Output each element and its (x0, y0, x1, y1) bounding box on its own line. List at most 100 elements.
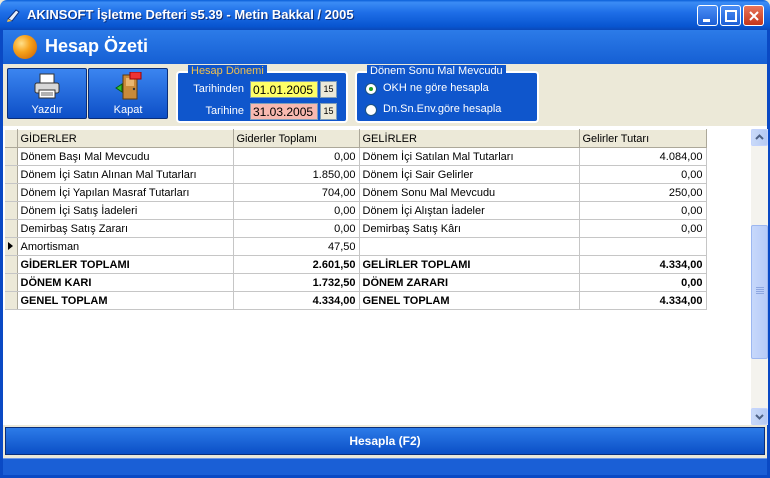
income-item-cell[interactable]: Dönem Sonu Mal Mevcudu (359, 183, 580, 202)
income-amount-cell[interactable]: 4.334,00 (579, 255, 707, 274)
income-item-cell[interactable]: DÖNEM ZARARI (359, 273, 580, 292)
income-amount-cell[interactable] (579, 237, 707, 256)
print-label: Yazdır (31, 104, 63, 116)
row-indicator[interactable] (5, 291, 18, 310)
expense-item-cell[interactable]: GENEL TOPLAM (17, 291, 234, 310)
minimize-icon (703, 19, 710, 22)
expense-item-cell[interactable]: GİDERLER TOPLAMI (17, 255, 234, 274)
expense-total-cell[interactable]: 2.601,50 (233, 255, 360, 274)
table-row[interactable]: Dönem İçi Satın Alınan Mal Tutarları 1.85… (5, 165, 707, 184)
close-icon (749, 11, 759, 21)
expense-total-cell[interactable]: 704,00 (233, 183, 360, 202)
row-indicator[interactable] (5, 219, 18, 238)
expense-item-cell[interactable]: Demirbaş Satış Zararı (17, 219, 234, 238)
to-date-label: Tarihine (205, 105, 244, 117)
title-bar: AKINSOFT İşletme Defteri s5.39 - Metin B… (0, 0, 770, 30)
expense-total-cell[interactable]: 1.732,50 (233, 273, 360, 292)
expense-item-cell[interactable]: Amortisman (17, 237, 234, 256)
income-amount-cell[interactable]: 0,00 (579, 165, 707, 184)
income-amount-cell[interactable]: 0,00 (579, 201, 707, 220)
expense-item-cell[interactable]: Dönem İçi Satın Alınan Mal Tutarları (17, 165, 234, 184)
current-row-pointer-icon (8, 241, 13, 250)
income-item-cell[interactable]: GELİRLER TOPLAMI (359, 255, 580, 274)
expense-item-cell[interactable]: Dönem Başı Mal Mevcudu (17, 147, 234, 166)
minimize-button[interactable] (697, 5, 718, 26)
expense-item-cell[interactable]: Dönem İçi Yapılan Masraf Tutarları (17, 183, 234, 202)
expense-item-cell[interactable]: DÖNEM KARI (17, 273, 234, 292)
maximize-icon (725, 10, 737, 22)
income-item-cell[interactable]: Dönem İçi Alıştan İadeler (359, 201, 580, 220)
income-item-cell[interactable]: Demirbaş Satış Kârı (359, 219, 580, 238)
expense-total-cell[interactable]: 0,00 (233, 219, 360, 238)
vertical-scrollbar[interactable] (751, 129, 768, 425)
from-date-label: Tarihinden (193, 83, 244, 95)
period-group: Hesap Dönemi Tarihinden 01.01.2005 15 Ta… (176, 65, 348, 123)
close-button[interactable]: Kapat (88, 68, 168, 119)
calculate-button[interactable]: Hesapla (F2) (5, 427, 765, 455)
summary-grid: GİDERLER Giderler Toplamı GELİRLER Gelir… (3, 126, 768, 425)
row-indicator[interactable] (5, 255, 18, 274)
chevron-down-icon (755, 414, 764, 420)
row-indicator-header (5, 129, 18, 148)
status-bar (3, 458, 767, 475)
window-title: AKINSOFT İşletme Defteri s5.39 - Metin B… (27, 7, 354, 22)
table-row[interactable]: Dönem Başı Mal Mevcudu 0,00 Dönem İçi Satı… (5, 147, 707, 166)
to-calendar-icon[interactable]: 15 (320, 103, 337, 120)
maximize-button[interactable] (720, 5, 741, 26)
row-indicator[interactable] (5, 165, 18, 184)
expense-item-cell[interactable]: Dönem İçi Satış İadeleri (17, 201, 234, 220)
expense-total-cell[interactable]: 4.334,00 (233, 291, 360, 310)
column-header-income[interactable]: GELİRLER (359, 129, 580, 148)
expense-total-cell[interactable]: 0,00 (233, 147, 360, 166)
summary-table: GİDERLER Giderler Toplamı GELİRLER Gelir… (5, 129, 707, 310)
income-amount-cell[interactable]: 4.084,00 (579, 147, 707, 166)
radio-okh[interactable] (365, 83, 377, 95)
radio-okh-label[interactable]: OKH ne göre hesapla (383, 82, 489, 94)
scroll-down-button[interactable] (751, 408, 768, 425)
exit-door-icon (115, 72, 142, 100)
expense-total-cell[interactable]: 47,50 (233, 237, 360, 256)
close-window-button[interactable] (743, 5, 764, 26)
column-header-expenses[interactable]: GİDERLER (17, 129, 234, 148)
radio-inventory-label[interactable]: Dn.Sn.Env.göre hesapla (383, 103, 501, 115)
income-amount-cell[interactable]: 250,00 (579, 183, 707, 202)
printer-icon (34, 73, 60, 99)
row-indicator[interactable] (5, 183, 18, 202)
income-amount-cell[interactable]: 0,00 (579, 219, 707, 238)
column-header-expense-total[interactable]: Giderler Toplamı (233, 129, 360, 148)
scroll-thumb[interactable] (751, 225, 768, 359)
print-button[interactable]: Yazdır (7, 68, 87, 119)
table-row[interactable]: Amortisman 47,50 (5, 237, 707, 256)
table-row[interactable]: Dönem İçi Satış İadeleri 0,00 Dönem İçi Al… (5, 201, 707, 220)
close-label: Kapat (113, 104, 143, 116)
to-date-field[interactable]: 31.03.2005 (250, 103, 318, 120)
income-item-cell[interactable] (359, 237, 580, 256)
row-indicator[interactable] (5, 237, 18, 256)
income-item-cell[interactable]: Dönem İçi Sair Gelirler (359, 165, 580, 184)
table-row[interactable]: DÖNEM KARI 1.732,50 DÖNEM ZARARI 0,00 (5, 273, 707, 292)
income-amount-cell[interactable]: 4.334,00 (579, 291, 707, 310)
chevron-up-icon (755, 134, 764, 140)
column-header-income-amount[interactable]: Gelirler Tutarı (579, 129, 707, 148)
expense-total-cell[interactable]: 0,00 (233, 201, 360, 220)
row-indicator[interactable] (5, 147, 18, 166)
period-legend: Hesap Dönemi (188, 65, 267, 77)
stock-legend: Dönem Sonu Mal Mevcudu (367, 65, 506, 77)
page-title: Hesap Özeti (45, 36, 149, 56)
table-row[interactable]: Dönem İçi Yapılan Masraf Tutarları 704,00… (5, 183, 707, 202)
income-item-cell[interactable]: GENEL TOPLAM (359, 291, 580, 310)
radio-inventory[interactable] (365, 104, 377, 116)
row-indicator[interactable] (5, 273, 18, 292)
row-indicator[interactable] (5, 201, 18, 220)
table-row[interactable]: Demirbaş Satış Zararı 0,00 Demirbaş Satış … (5, 219, 707, 238)
from-date-field[interactable]: 01.01.2005 (250, 81, 318, 98)
header-orb-icon (13, 35, 37, 59)
scroll-up-button[interactable] (751, 129, 768, 146)
from-calendar-icon[interactable]: 15 (320, 81, 337, 98)
table-row[interactable]: GİDERLER TOPLAMI 2.601,50 GELİRLER TOPLAMI… (5, 255, 707, 274)
table-row[interactable]: GENEL TOPLAM 4.334,00 GENEL TOPLAM 4.334,00 (5, 291, 707, 310)
expense-total-cell[interactable]: 1.850,00 (233, 165, 360, 184)
page-header: Hesap Özeti (3, 30, 767, 64)
income-item-cell[interactable]: Dönem İçi Satılan Mal Tutarları (359, 147, 580, 166)
income-amount-cell[interactable]: 0,00 (579, 273, 707, 292)
